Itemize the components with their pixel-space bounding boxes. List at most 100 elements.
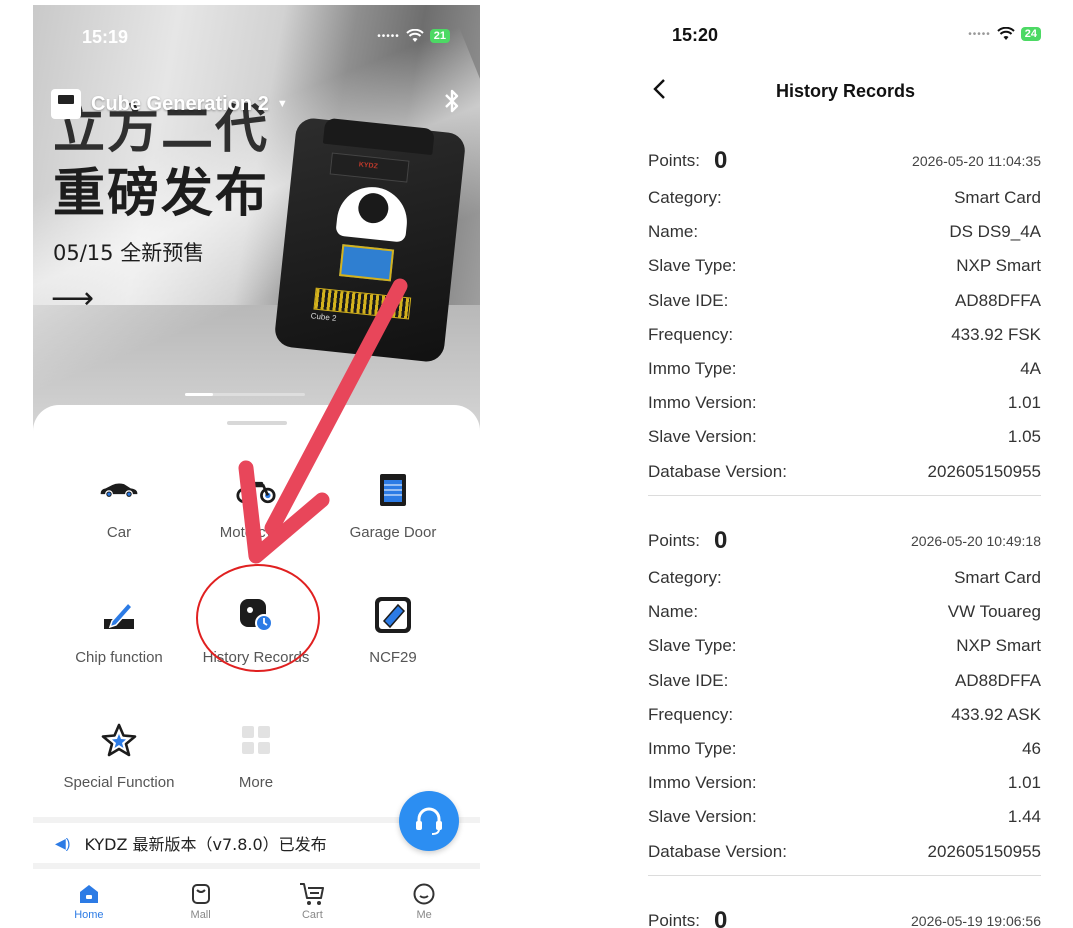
points-label: Points: bbox=[648, 531, 700, 550]
field-value: DS DS9_4A bbox=[949, 222, 1041, 242]
row-immo-type: Immo Type: 4A bbox=[648, 352, 1041, 386]
wifi-icon bbox=[406, 29, 424, 42]
field-value: 202605150955 bbox=[927, 461, 1041, 481]
device-icon bbox=[51, 89, 81, 119]
signal-dots-icon: ••••• bbox=[377, 30, 400, 42]
cart-icon bbox=[257, 881, 369, 907]
field-value: VW Touareg bbox=[947, 602, 1041, 622]
field-value: 46 bbox=[1022, 739, 1041, 759]
history-record[interactable]: Points: 0 2026-05-20 11:04:35 Category: S… bbox=[648, 141, 1041, 496]
battery-indicator: 24 bbox=[1020, 27, 1041, 41]
banner-pager-active bbox=[185, 393, 213, 396]
field-label: Immo Type: bbox=[648, 359, 737, 379]
field-label: Slave Type: bbox=[648, 636, 737, 656]
field-label: Name: bbox=[648, 222, 699, 242]
points-value: 0 bbox=[713, 907, 728, 928]
banner-pager bbox=[185, 393, 305, 396]
dropdown-icon[interactable]: ▼ bbox=[277, 98, 288, 110]
tab-label: Mall bbox=[190, 909, 211, 921]
field-label: Name: bbox=[648, 602, 699, 622]
status-time: 15:20 bbox=[672, 25, 719, 45]
field-label: Slave IDE: bbox=[648, 290, 729, 310]
field-value: Smart Card bbox=[954, 568, 1041, 588]
field-value: AD88DFFA bbox=[955, 670, 1041, 690]
function-motorcycle[interactable]: Motorcycle bbox=[186, 470, 326, 541]
function-label: Motorcycle bbox=[219, 524, 293, 541]
tab-label: Home bbox=[74, 909, 104, 921]
tab-mall[interactable]: Mall bbox=[145, 875, 257, 928]
bottom-tab-bar: Home Mall Cart Me bbox=[33, 875, 480, 928]
function-label: More bbox=[238, 774, 274, 791]
field-label: Slave IDE: bbox=[648, 670, 729, 690]
tab-home[interactable]: Home bbox=[33, 875, 145, 928]
function-car[interactable]: Car bbox=[49, 470, 189, 541]
field-label: Category: bbox=[648, 568, 722, 588]
function-ncf29[interactable]: NCF29 bbox=[323, 595, 463, 666]
field-value: NXP Smart bbox=[956, 636, 1041, 656]
tab-cart[interactable]: Cart bbox=[257, 875, 369, 928]
battery-indicator: 21 bbox=[429, 29, 450, 43]
row-database-version: Database Version: 202605150955 bbox=[648, 455, 1041, 489]
wifi-icon bbox=[997, 27, 1015, 40]
function-garage-door[interactable]: Garage Door bbox=[323, 470, 463, 541]
tab-me[interactable]: Me bbox=[368, 875, 480, 928]
banner-arrow-icon[interactable]: ⟶ bbox=[51, 281, 94, 316]
row-immo-version: Immo Version: 1.01 bbox=[648, 766, 1041, 800]
record-datetime: 2026-05-20 10:49:18 bbox=[911, 533, 1041, 549]
home-screen: 立方二代 重磅发布 05/15 全新预售 ⟶ KYDZ Cube 2 15:19… bbox=[33, 5, 480, 928]
promo-banner[interactable]: 立方二代 重磅发布 05/15 全新预售 ⟶ KYDZ Cube 2 15:19… bbox=[33, 5, 480, 445]
field-label: Database Version: bbox=[648, 461, 787, 481]
record-header: Points: 0 2026-05-20 10:49:18 bbox=[648, 521, 1041, 561]
function-label: Special Function bbox=[63, 774, 175, 791]
field-value: AD88DFFA bbox=[955, 290, 1041, 310]
record-datetime: 2026-05-19 19:06:56 bbox=[911, 913, 1041, 928]
row-category: Category: Smart Card bbox=[648, 561, 1041, 595]
headset-icon bbox=[416, 807, 442, 835]
chevron-left-icon bbox=[653, 79, 665, 99]
car-icon bbox=[99, 470, 139, 510]
ncf29-icon bbox=[373, 595, 413, 635]
field-label: Frequency: bbox=[648, 704, 734, 724]
chip-pen-icon bbox=[99, 595, 139, 635]
function-label: Car bbox=[106, 524, 132, 541]
row-slave-version: Slave Version: 1.05 bbox=[648, 420, 1041, 454]
field-value: 433.92 FSK bbox=[951, 324, 1041, 344]
row-slave-type: Slave Type: NXP Smart bbox=[648, 629, 1041, 663]
row-frequency: Frequency: 433.92 FSK bbox=[648, 318, 1041, 352]
field-value: 1.01 bbox=[1007, 773, 1041, 793]
home-icon bbox=[33, 881, 145, 907]
tab-label: Cart bbox=[301, 909, 323, 921]
device-selector[interactable]: Cube Generation 2 bbox=[91, 93, 269, 116]
field-label: Frequency: bbox=[648, 324, 734, 344]
field-value: 202605150955 bbox=[927, 841, 1041, 861]
points-value: 0 bbox=[713, 527, 728, 554]
field-value: 1.01 bbox=[1007, 393, 1041, 413]
history-record[interactable]: Points: 0 2026-05-19 19:06:56 bbox=[648, 901, 1041, 928]
history-record[interactable]: Points: 0 2026-05-20 10:49:18 Category: S… bbox=[648, 521, 1041, 876]
device-selector-bar: Cube Generation 2 ▼ bbox=[51, 87, 461, 121]
row-slave-version: Slave Version: 1.44 bbox=[648, 800, 1041, 834]
field-label: Immo Version: bbox=[648, 393, 757, 413]
history-records-screen: 15:20 ••••• 24 History Records Points: 0… bbox=[628, 5, 1063, 928]
function-special[interactable]: Special Function bbox=[49, 720, 189, 791]
bluetooth-icon[interactable] bbox=[443, 89, 461, 119]
function-label: Garage Door bbox=[349, 524, 437, 541]
points-value: 0 bbox=[713, 147, 728, 174]
field-label: Immo Type: bbox=[648, 739, 737, 759]
sheet-drag-handle[interactable] bbox=[227, 421, 287, 425]
customer-support-button[interactable] bbox=[399, 791, 459, 851]
garage-door-icon bbox=[373, 470, 413, 510]
field-label: Slave Version: bbox=[648, 807, 757, 827]
back-button[interactable] bbox=[652, 75, 666, 107]
field-value: 1.44 bbox=[1007, 807, 1041, 827]
motorcycle-icon bbox=[236, 470, 276, 510]
row-category: Category: Smart Card bbox=[648, 181, 1041, 215]
page-title: History Records bbox=[775, 81, 916, 101]
row-immo-type: Immo Type: 46 bbox=[648, 732, 1041, 766]
field-value: 433.92 ASK bbox=[951, 704, 1041, 724]
row-slave-ide: Slave IDE: AD88DFFA bbox=[648, 664, 1041, 698]
function-chip[interactable]: Chip function bbox=[49, 595, 189, 666]
status-icons: ••••• 21 bbox=[377, 29, 450, 43]
field-value: 1.05 bbox=[1007, 427, 1041, 447]
function-more[interactable]: More bbox=[186, 720, 326, 791]
